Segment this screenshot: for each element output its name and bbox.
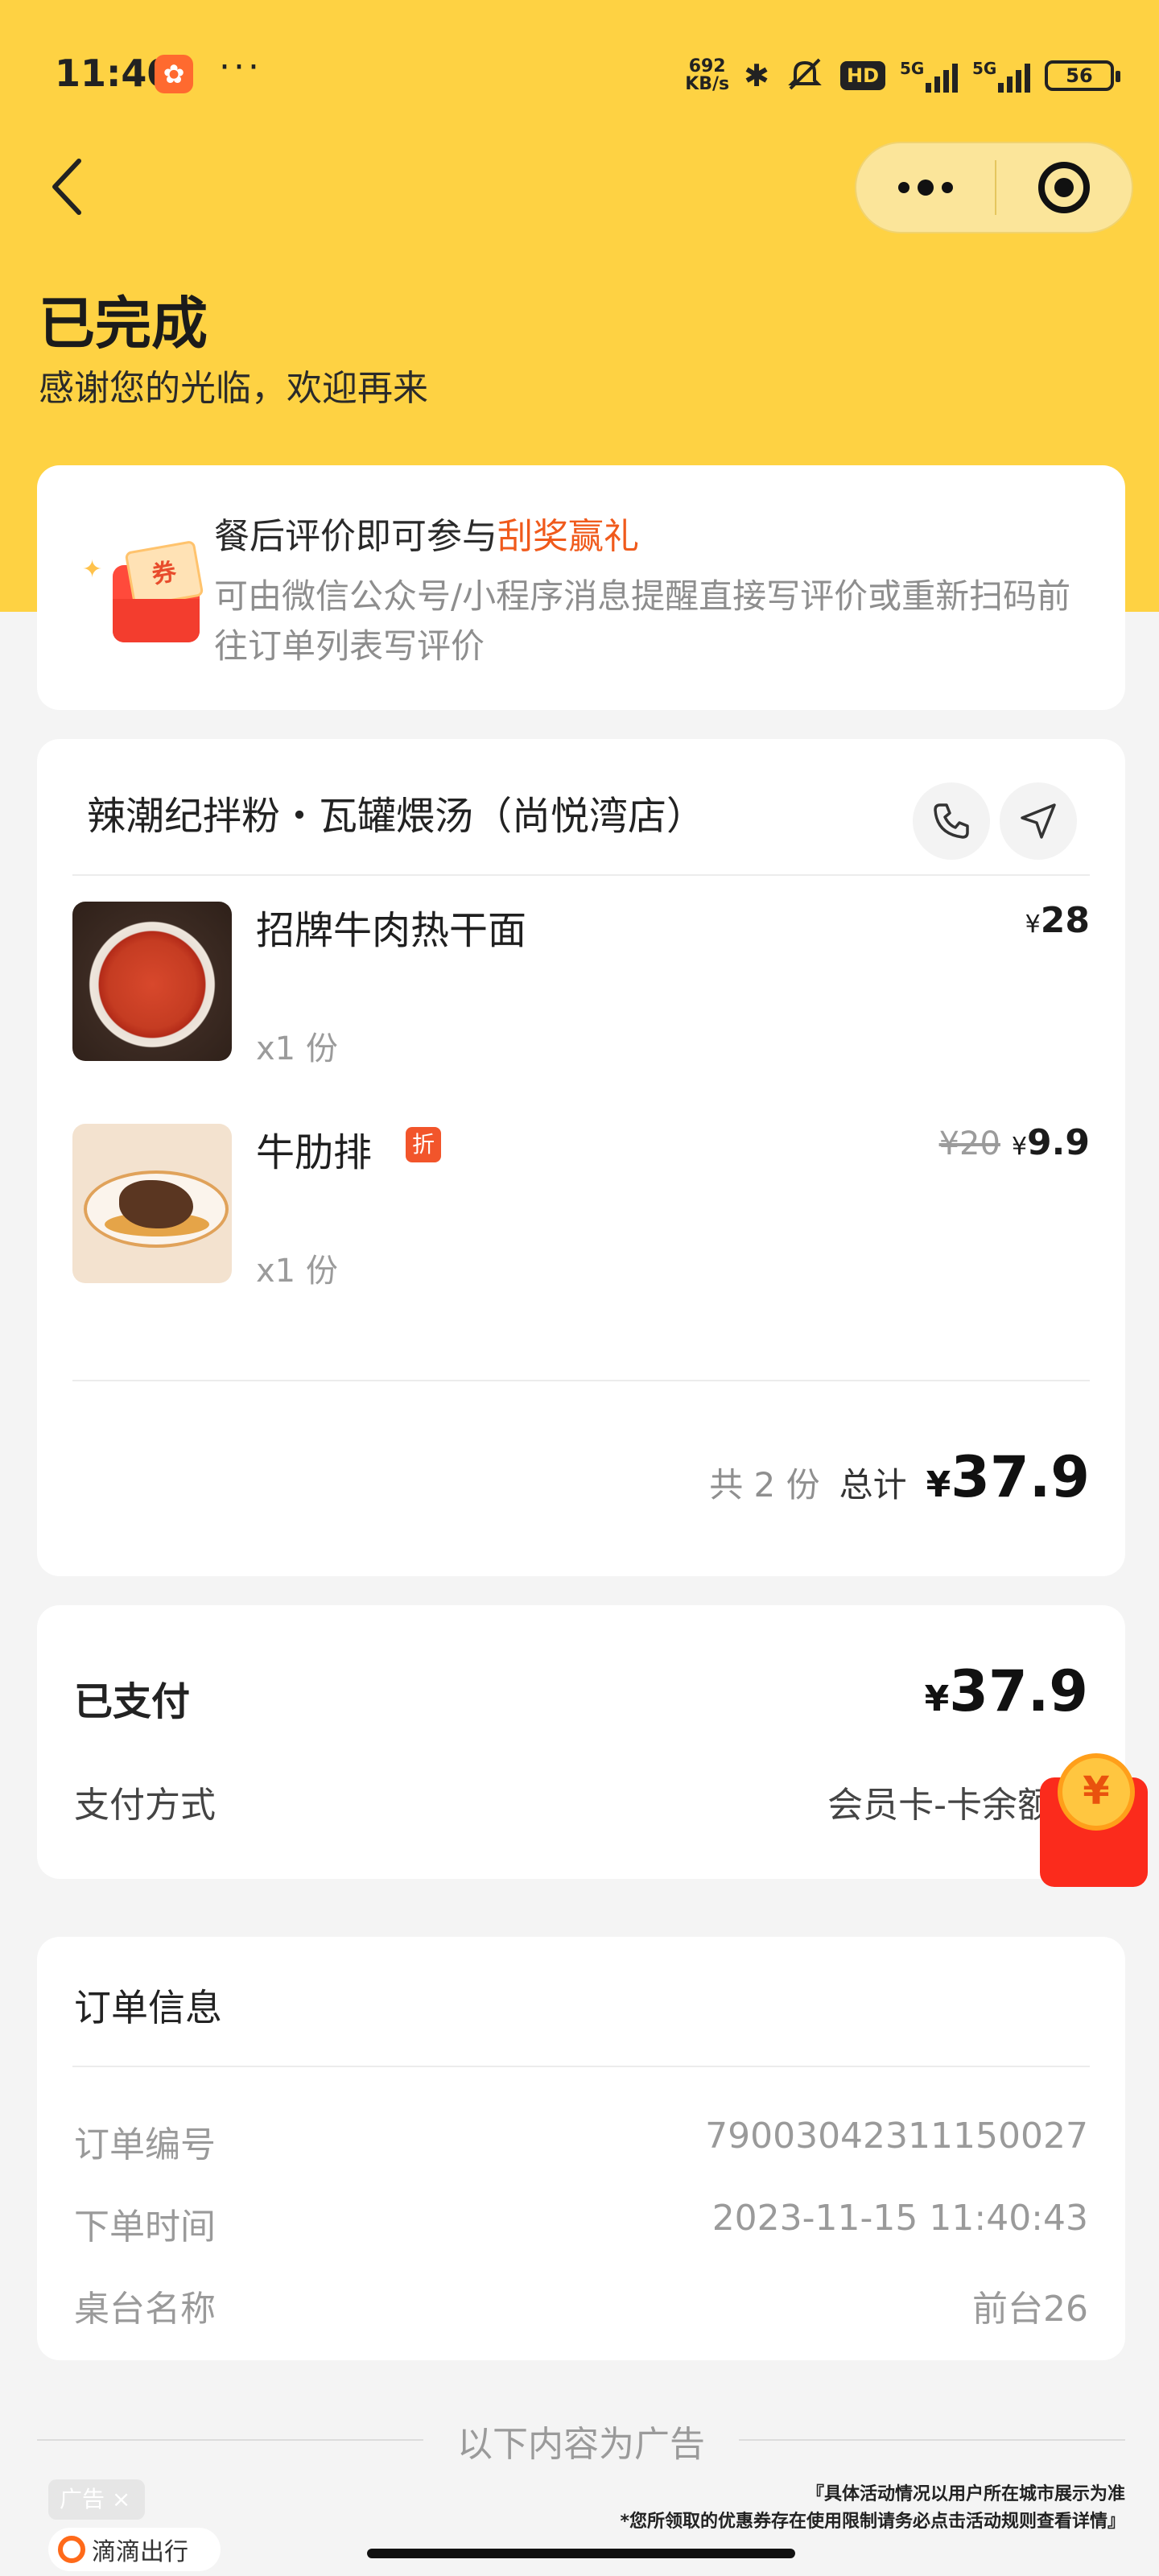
- shop-divider: [72, 874, 1090, 876]
- ad-divider: 以下内容为广告: [37, 2415, 1125, 2465]
- promo-title: 餐后评价即可参与刮奖赢礼: [214, 507, 639, 559]
- original-price: ¥20: [938, 1125, 1000, 1162]
- item-image-beef-ribs: [72, 1124, 232, 1283]
- home-indicator[interactable]: [367, 2549, 795, 2558]
- miniprogram-capsule: [855, 142, 1133, 233]
- ad-divider-text: 以下内容为广告: [457, 2424, 705, 2465]
- promo-description: 可由微信公众号/小程序消息提醒直接写评价或重新扫码前往订单列表写评价: [214, 576, 1071, 666]
- order-number-value: 79003042311150027: [705, 2116, 1088, 2157]
- paid-currency: ¥: [924, 1678, 950, 1719]
- paid-amount: ¥37.9: [925, 1658, 1088, 1724]
- payment-card: 已支付 ¥37.9 支付方式 会员卡-卡余额消: [37, 1605, 1125, 1879]
- item-price: ¥20 ¥9.9: [939, 1122, 1090, 1163]
- item-name: 招牌牛肉热干面: [256, 908, 527, 953]
- total-amount: ¥37.9: [926, 1444, 1090, 1510]
- promo-title-highlight: 刮奖赢礼: [497, 516, 639, 557]
- shop-name: 辣潮纪拌粉・瓦罐煨汤（尚悦湾店）: [87, 794, 706, 839]
- network-speed-value: 692: [688, 56, 726, 76]
- items-divider: [72, 1380, 1090, 1381]
- item-count: 共 2 份: [709, 1465, 820, 1505]
- item-quantity: x1 份: [256, 1030, 338, 1067]
- back-button[interactable]: [48, 155, 97, 219]
- chevron-left-icon: [52, 159, 81, 215]
- table-name-label: 桌台名称: [74, 2289, 216, 2330]
- app-notification-icon: ✿: [155, 55, 193, 93]
- order-info-divider: [72, 2066, 1090, 2067]
- order-info-title: 订单信息: [74, 1986, 222, 2029]
- battery-icon: 56: [1045, 60, 1120, 91]
- red-envelope-coupon-icon: 券 ✦: [80, 539, 208, 655]
- table-name-value: 前台26: [972, 2289, 1088, 2330]
- paid-value: 37.9: [949, 1658, 1088, 1724]
- status-bar: 11:40 ✿ ··· 692 KB/s ✱ HD 5G 5G 56: [0, 0, 1159, 150]
- item-price-value: 28: [1040, 900, 1090, 941]
- network-speed: 692 KB/s: [685, 58, 729, 93]
- page-subtitle: 感谢您的光临，欢迎再来: [39, 368, 428, 409]
- ad-disclaimer: 『具体活动情况以用户所在城市展示为准 *您所领取的优惠券存在使用限制请务必点击活…: [620, 2481, 1125, 2536]
- close-miniprogram-button[interactable]: [996, 162, 1132, 213]
- network-speed-unit: KB/s: [685, 74, 730, 94]
- ad-disclaimer-line-2: *您所领取的优惠券存在使用限制请务必点击活动规则查看详情』: [620, 2512, 1125, 2532]
- mute-icon: [784, 56, 826, 95]
- item-quantity: x1 份: [256, 1253, 338, 1290]
- ad-disclaimer-line-1: 『具体活动情况以用户所在城市展示为准: [806, 2484, 1125, 2504]
- review-promo-card[interactable]: 券 ✦ 餐后评价即可参与刮奖赢礼 可由微信公众号/小程序消息提醒直接写评价或重新…: [37, 465, 1125, 710]
- item-name: 牛肋排: [256, 1130, 373, 1175]
- order-card: 辣潮纪拌粉・瓦罐煨汤（尚悦湾店） 招牌牛肉热干面 x1 份 ¥28 牛肋排 折 …: [37, 739, 1125, 1576]
- call-shop-button[interactable]: [913, 782, 990, 860]
- discount-badge: 折: [406, 1127, 441, 1162]
- bluetooth-icon: ✱: [744, 58, 769, 93]
- target-icon: [1038, 162, 1090, 213]
- system-icons: 692 KB/s ✱ HD 5G 5G 56: [685, 56, 1120, 95]
- order-time-value: 2023-11-15 11:40:43: [711, 2198, 1088, 2239]
- total-currency: ¥: [926, 1464, 951, 1505]
- order-time-label: 下单时间: [74, 2207, 216, 2248]
- signal-icon-1: 5G: [900, 59, 958, 93]
- didi-logo-icon: [58, 2536, 85, 2563]
- navigate-button[interactable]: [1000, 782, 1077, 860]
- signal-label-1: 5G: [900, 59, 925, 78]
- hd-voice-icon: HD: [839, 61, 885, 90]
- didi-brand: 滴滴出行: [48, 2528, 221, 2571]
- navigation-arrow-icon: [1021, 803, 1056, 839]
- ad-close-badge[interactable]: 广告 ×: [48, 2479, 145, 2520]
- order-number-label: 订单编号: [74, 2124, 216, 2165]
- order-total-row: 共 2 份 总计 ¥37.9: [709, 1444, 1090, 1510]
- ad-banner[interactable]: 广告 × 滴滴出行 『具体活动情况以用户所在城市展示为准 *您所领取的优惠券存在…: [37, 2475, 1125, 2576]
- promo-title-prefix: 餐后评价即可参与: [214, 516, 497, 557]
- item-image-beef-noodles: [72, 902, 232, 1061]
- total-label: 总计: [839, 1465, 907, 1505]
- more-options-button[interactable]: [856, 143, 995, 232]
- more-notifications-icon: ···: [219, 47, 262, 88]
- coin-icon: ¥: [1058, 1753, 1135, 1831]
- signal-icon-2: 5G: [972, 59, 1030, 93]
- floating-red-packet-button[interactable]: ¥: [1040, 1753, 1148, 1889]
- item-price: ¥28: [1025, 900, 1090, 941]
- payment-status: 已支付: [74, 1679, 191, 1724]
- page-title: 已完成: [39, 291, 208, 357]
- total-value: 37.9: [951, 1444, 1090, 1510]
- item-price-currency: ¥: [1025, 910, 1041, 939]
- signal-label-2: 5G: [972, 59, 997, 78]
- ad-brand-name: 滴滴出行: [92, 2538, 188, 2566]
- phone-icon: [934, 803, 969, 839]
- item-price-currency: ¥: [1011, 1133, 1028, 1161]
- payment-method-label: 支付方式: [74, 1785, 216, 1826]
- item-price-value: 9.9: [1027, 1122, 1090, 1163]
- order-info-card: 订单信息 订单编号 79003042311150027 下单时间 2023-11…: [37, 1937, 1125, 2360]
